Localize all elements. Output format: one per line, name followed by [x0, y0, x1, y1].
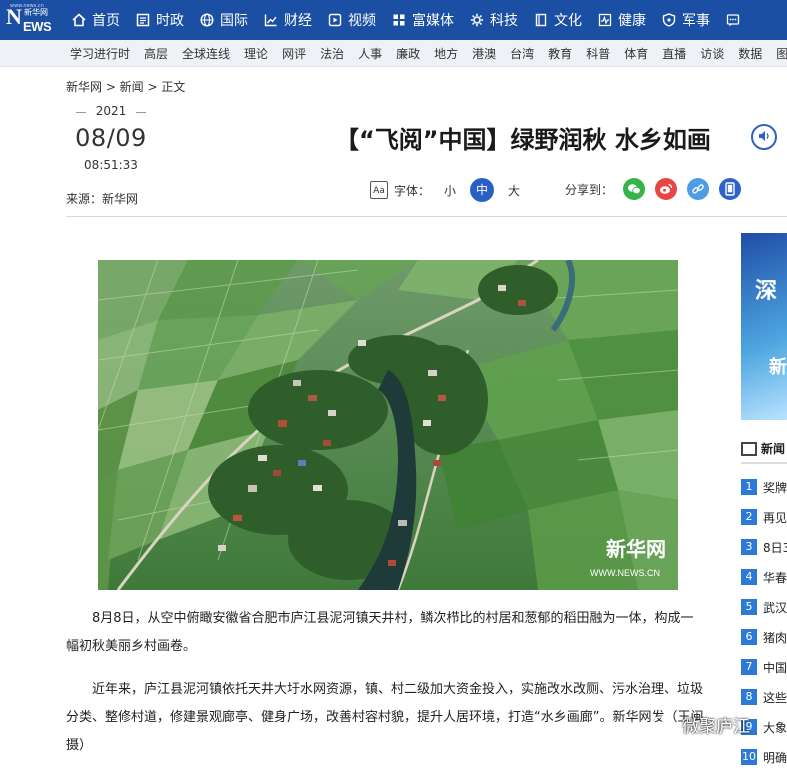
nav-more[interactable] [726, 13, 746, 27]
weibo-share-icon[interactable] [655, 178, 678, 200]
globe-icon [200, 13, 214, 27]
subnav-item[interactable]: 人事 [358, 45, 382, 62]
list-item[interactable]: 6 猪肉 [741, 622, 787, 652]
font-size-icon: Aa [370, 181, 388, 199]
subnav-item[interactable]: 网评 [282, 45, 306, 62]
date-year: 2021 [66, 104, 156, 118]
date-monthday: 08/09 [75, 124, 147, 152]
font-size-label: 字体： [394, 183, 431, 198]
subnav-item[interactable]: 体育 [624, 45, 648, 62]
nav-finance[interactable]: 财经 [264, 10, 312, 30]
list-item[interactable]: 1 奖牌 [741, 472, 787, 502]
nav-politics[interactable]: 时政 [136, 10, 184, 30]
subnav-item[interactable]: 图片 [776, 45, 787, 62]
photo-watermark-url: WWW.NEWS.CN [590, 568, 660, 578]
home-icon [72, 13, 86, 27]
news-ranking-header: 新闻 [741, 440, 785, 457]
mobile-share-icon[interactable] [719, 178, 742, 200]
audio-play-button[interactable] [751, 124, 777, 150]
article-paragraph-2: 近年来，庐江县泥河镇依托天井大圩水网资源，镇、村二级加大资金投入，实施改水改厕、… [66, 682, 704, 753]
share-label: 分享到： [565, 182, 614, 197]
rail-divider [741, 462, 787, 464]
side-banner-ad[interactable]: 深 新 [741, 233, 787, 420]
article-paragraph-1: 8月8日，从空中俯瞰安徽省合肥市庐江县泥河镇天井村，鳞次栉比的村居和葱郁的稻田融… [66, 611, 694, 654]
more-icon [726, 13, 740, 27]
list-item[interactable]: 10 明确 [741, 742, 787, 772]
subnav-item[interactable]: 地方 [434, 45, 458, 62]
list-item[interactable]: 8 这些 [741, 682, 787, 712]
subnav-item[interactable]: 台湾 [510, 45, 534, 62]
nav-health[interactable]: 健康 [598, 10, 646, 30]
xinhua-logo[interactable]: www.news.cn N 新华网 EWS [6, 0, 64, 40]
subnav-item[interactable]: 教育 [548, 45, 572, 62]
list-icon [741, 441, 757, 456]
header-divider [66, 216, 787, 217]
list-item[interactable]: 7 中国 [741, 652, 787, 682]
top-nav: www.news.cn N 新华网 EWS 首页 时政 国际 财经 视频 富媒体… [0, 0, 787, 40]
subnav-item[interactable]: 访谈 [700, 45, 724, 62]
speaker-icon [757, 128, 771, 147]
font-large-button[interactable]: 大 [508, 182, 520, 199]
nav-tech[interactable]: 科技 [470, 10, 518, 30]
subnav-item[interactable]: 理论 [244, 45, 268, 62]
nav-culture[interactable]: 文化 [534, 10, 582, 30]
font-small-button[interactable]: 小 [444, 182, 456, 199]
subnav-item[interactable]: 高层 [144, 45, 168, 62]
font-size-control: Aa 字体： 小 中 大 [370, 178, 520, 202]
date-block: 2021 08/09 08:51:33 [66, 104, 156, 172]
subnav-item[interactable]: 数据 [738, 45, 762, 62]
chart-icon [264, 13, 278, 27]
subnav-item[interactable]: 港澳 [472, 45, 496, 62]
pulse-icon [598, 13, 612, 27]
photo-watermark: 新华网 [606, 537, 666, 561]
subnav-item[interactable]: 学习进行时 [70, 45, 130, 62]
subnav-item[interactable]: 直播 [662, 45, 686, 62]
link-share-icon[interactable] [687, 178, 710, 200]
share-bar: 分享到： [565, 178, 742, 200]
article-title: 【“飞阅”中国】绿野润秋 水乡如画 [335, 126, 711, 154]
shield-icon [662, 13, 676, 27]
nav-rich-media[interactable]: 富媒体 [392, 10, 454, 30]
article-source: 来源：新华网 [66, 192, 139, 206]
wechat-share-icon[interactable] [623, 178, 646, 200]
newspaper-icon [136, 13, 150, 27]
font-medium-button[interactable]: 中 [470, 178, 495, 202]
subnav-item[interactable]: 科普 [586, 45, 610, 62]
nav-international[interactable]: 国际 [200, 10, 248, 30]
play-icon [328, 13, 342, 27]
aerial-village-image: 新华网 WWW.NEWS.CN [98, 260, 678, 590]
list-item[interactable]: 3 8日3 [741, 532, 787, 562]
subnav-item[interactable]: 全球连线 [182, 45, 230, 62]
nav-video[interactable]: 视频 [328, 10, 376, 30]
breadcrumb[interactable]: 新华网 > 新闻 > 正文 [66, 78, 185, 95]
wechat-watermark: 微聚庐江 [650, 712, 750, 737]
grid-icon [392, 13, 406, 27]
nav-home[interactable]: 首页 [72, 10, 120, 30]
sub-nav: 学习进行时 高层 全球连线 理论 网评 法治 人事 廉政 地方 港澳 台湾 教育… [0, 40, 787, 67]
list-item[interactable]: 2 再见 [741, 502, 787, 532]
list-item[interactable]: 4 华春 [741, 562, 787, 592]
subnav-item[interactable]: 廉政 [396, 45, 420, 62]
article-photo: 新华网 WWW.NEWS.CN [98, 260, 678, 590]
wechat-icon [650, 715, 676, 735]
nav-military[interactable]: 军事 [662, 10, 710, 30]
subnav-item[interactable]: 法治 [320, 45, 344, 62]
book-icon [534, 13, 548, 27]
gear-icon [470, 13, 484, 27]
date-time: 08:51:33 [84, 158, 138, 172]
list-item[interactable]: 5 武汉 [741, 592, 787, 622]
